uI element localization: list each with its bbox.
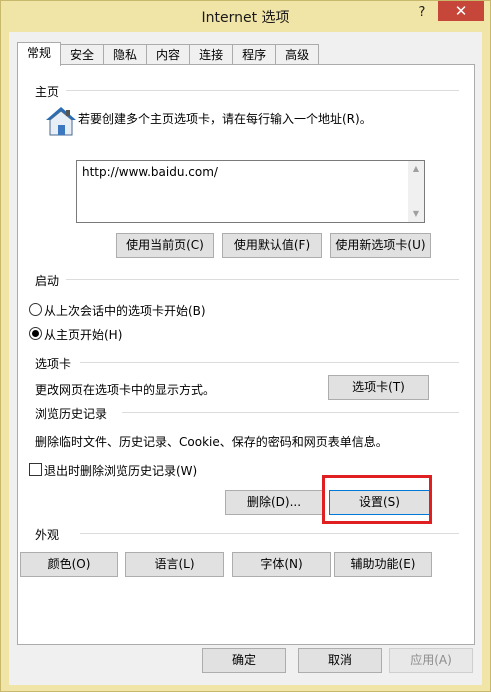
colors-button[interactable]: 颜色(O): [20, 552, 118, 577]
delete-on-exit-label: 退出时删除浏览历史记录(W): [44, 464, 198, 478]
homepage-url-textarea[interactable]: http://www.baidu.com/ ▲ ▼: [76, 160, 425, 223]
homepage-divider: [66, 90, 459, 91]
history-divider: [122, 412, 459, 413]
tab-content[interactable]: 内容: [146, 44, 191, 65]
homepage-instruction: 若要创建多个主页选项卡，请在每行输入一个地址(R)。: [78, 112, 372, 126]
scroll-down-icon[interactable]: ▼: [408, 206, 424, 222]
title-bar[interactable]: Internet 选项 ? ✕: [1, 1, 490, 32]
tab-privacy[interactable]: 隐私: [103, 44, 148, 65]
tab-security[interactable]: 安全: [60, 44, 105, 65]
house-icon: [46, 107, 76, 136]
general-tab-panel: 主页 若要创建多个主页选项卡，请在每行输入一个地址(R)。 http://www…: [17, 64, 475, 645]
dialog-client-area: 常规 安全 隐私 内容 连接 程序 高级 主页 若要创建多个主页选项卡，请在每行…: [9, 32, 482, 685]
startup-option-homepage-label: 从主页开始(H): [44, 328, 123, 342]
startup-option-last-session-label: 从上次会话中的选项卡开始(B): [44, 304, 206, 318]
textarea-scrollbar[interactable]: ▲ ▼: [408, 161, 424, 222]
tabs-settings-button[interactable]: 选项卡(T): [328, 375, 429, 400]
delete-on-exit-checkbox[interactable]: [29, 463, 42, 476]
tab-strip: 常规 安全 隐私 内容 连接 程序 高级: [17, 42, 320, 66]
tab-advanced[interactable]: 高级: [275, 44, 320, 65]
apply-button[interactable]: 应用(A): [389, 648, 473, 673]
startup-section-label: 启动: [35, 274, 60, 288]
history-description: 删除临时文件、历史记录、Cookie、保存的密码和网页表单信息。: [35, 435, 388, 449]
appearance-section-label: 外观: [35, 528, 60, 542]
use-default-button[interactable]: 使用默认值(F): [222, 233, 322, 258]
annotation-highlight-box: [322, 475, 432, 524]
languages-button[interactable]: 语言(L): [125, 552, 224, 577]
delete-history-button[interactable]: 删除(D)...: [225, 490, 323, 515]
internet-options-window: Internet 选项 ? ✕ 常规 安全 隐私 内容 连接 程序 高级 主页 …: [0, 0, 491, 692]
homepage-url-value: http://www.baidu.com/: [82, 165, 218, 179]
cancel-button[interactable]: 取消: [298, 648, 382, 673]
homepage-section-label: 主页: [35, 85, 60, 99]
scroll-up-icon[interactable]: ▲: [408, 161, 424, 177]
accessibility-button[interactable]: 辅助功能(E): [334, 552, 432, 577]
tab-programs[interactable]: 程序: [232, 44, 277, 65]
history-section-label: 浏览历史记录: [35, 407, 108, 421]
tabs-description: 更改网页在选项卡中的显示方式。: [35, 383, 216, 397]
close-button[interactable]: ✕: [438, 1, 484, 21]
help-button[interactable]: ?: [410, 3, 434, 23]
use-current-button[interactable]: 使用当前页(C): [116, 233, 214, 258]
startup-divider: [66, 279, 459, 280]
appearance-divider: [80, 533, 459, 534]
tabs-divider: [80, 362, 459, 363]
fonts-button[interactable]: 字体(N): [232, 552, 331, 577]
tabs-section-label: 选项卡: [35, 357, 72, 371]
use-new-tab-button[interactable]: 使用新选项卡(U): [330, 233, 431, 258]
ok-button[interactable]: 确定: [202, 648, 286, 673]
tab-connections[interactable]: 连接: [189, 44, 234, 65]
startup-radio-homepage[interactable]: [29, 327, 42, 340]
startup-radio-last-session[interactable]: [29, 303, 42, 316]
tab-general[interactable]: 常规: [17, 42, 62, 66]
